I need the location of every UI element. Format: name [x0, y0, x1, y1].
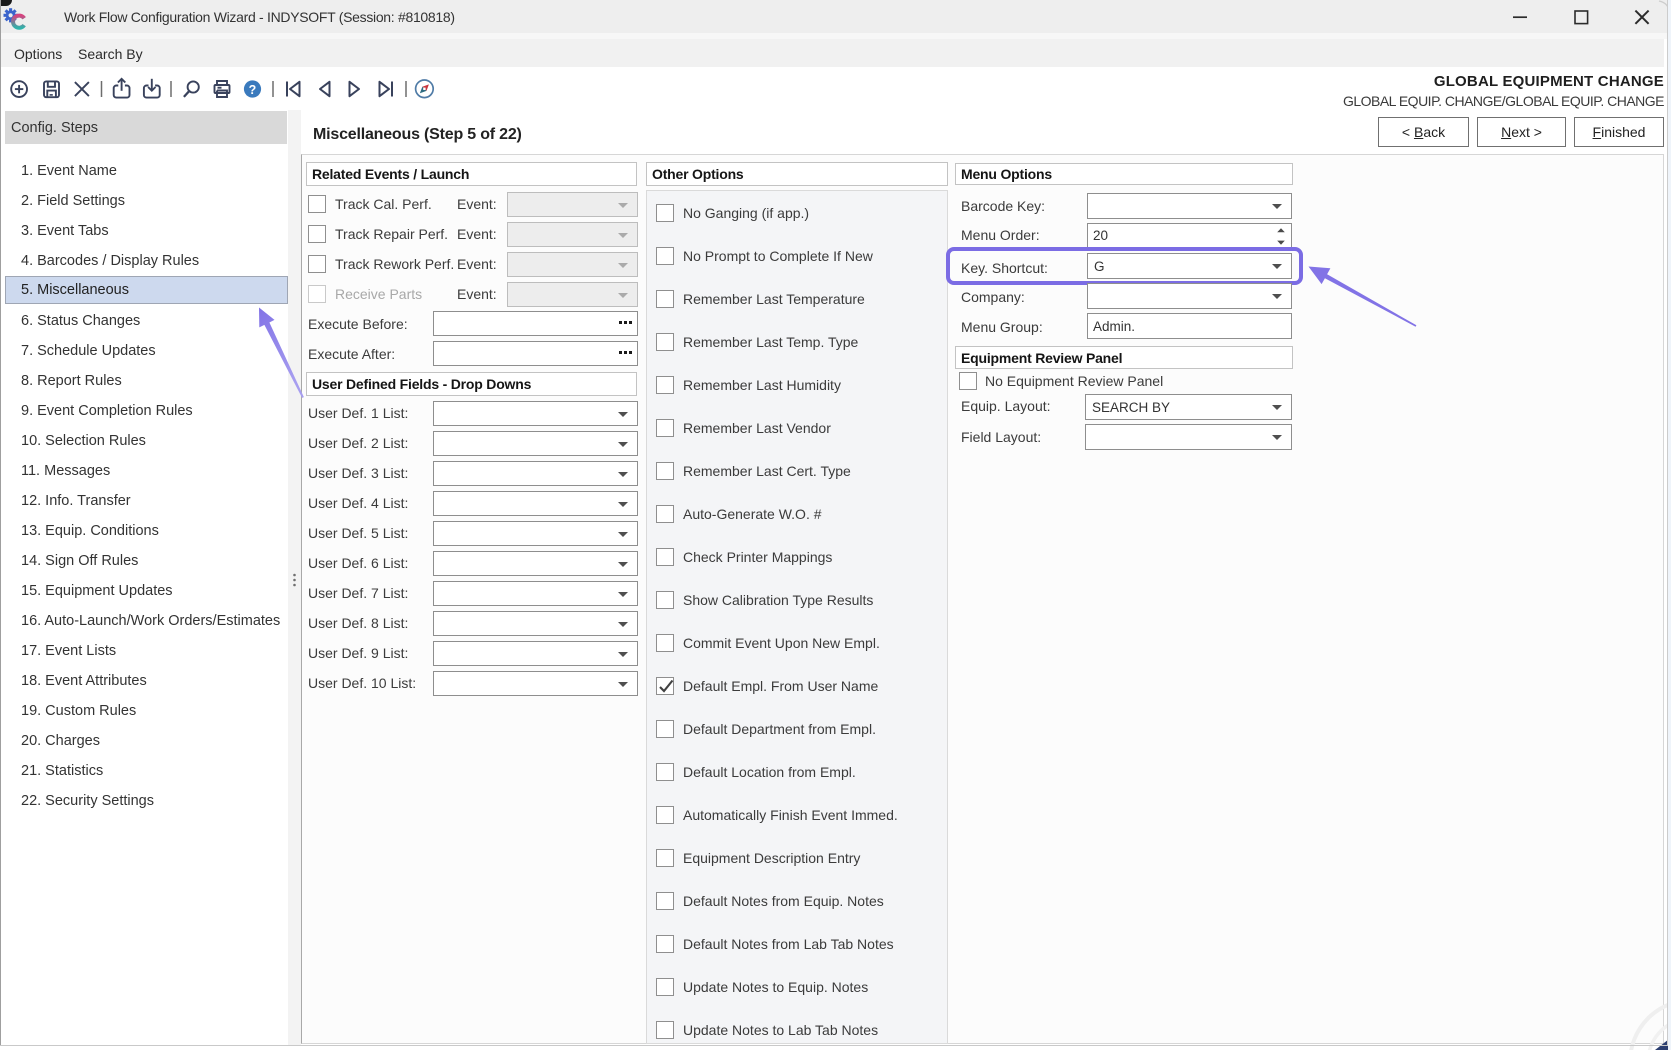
- svg-text:?: ?: [249, 83, 257, 97]
